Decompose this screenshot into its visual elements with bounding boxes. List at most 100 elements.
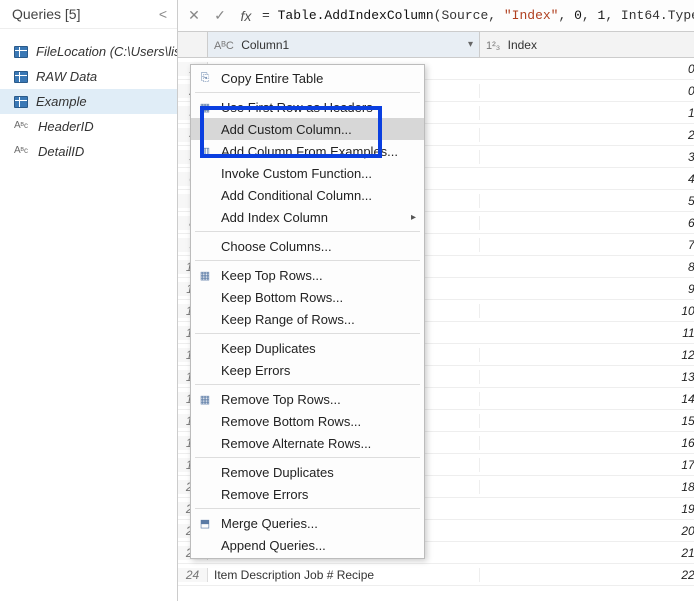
query-item-label: RAW Data xyxy=(36,69,97,84)
query-item-3[interactable]: HeaderID xyxy=(0,114,177,139)
cell-index[interactable]: 11 xyxy=(480,326,694,340)
menu-item-label: Choose Columns... xyxy=(221,239,332,254)
query-item-1[interactable]: RAW Data xyxy=(0,64,177,89)
menu-item-merge-queries[interactable]: ⬒Merge Queries... xyxy=(191,512,424,534)
query-item-label: FileLocation (C:\Users\lisde... xyxy=(36,44,177,59)
column1-filter-icon[interactable]: ▾ xyxy=(468,39,473,50)
table-row[interactable]: 24Item Description Job # Recipe22 xyxy=(178,564,694,586)
cell-index[interactable]: 5 xyxy=(480,194,694,208)
menu-item-label: Invoke Custom Function... xyxy=(221,166,372,181)
menu-item-remove-top-rows[interactable]: ▦Remove Top Rows... xyxy=(191,388,424,410)
query-item-0[interactable]: FileLocation (C:\Users\lisde... xyxy=(0,39,177,64)
cell-index[interactable]: 14 xyxy=(480,392,694,406)
cell-index[interactable]: 15 xyxy=(480,414,694,428)
menu-item-remove-duplicates[interactable]: Remove Duplicates xyxy=(191,461,424,483)
abc-icon xyxy=(14,120,30,134)
menu-item-keep-errors[interactable]: Keep Errors xyxy=(191,359,424,381)
index-type-icon: 1²₃ xyxy=(486,40,500,52)
menu-item-label: Append Queries... xyxy=(221,538,326,553)
queries-title: Queries [5] xyxy=(12,6,80,22)
cell-index[interactable]: 0 xyxy=(480,84,694,98)
add-column-from-examples-icon: ▥ xyxy=(197,143,213,159)
menu-separator xyxy=(195,384,420,385)
cell-index[interactable]: 9 xyxy=(480,282,694,296)
cell-index[interactable]: 19 xyxy=(480,502,694,516)
menu-item-label: Remove Alternate Rows... xyxy=(221,436,371,451)
copy-entire-table-icon: ⎘ xyxy=(197,70,213,86)
cell-index[interactable]: 2 xyxy=(480,128,694,142)
menu-item-keep-range-rows[interactable]: Keep Range of Rows... xyxy=(191,308,424,330)
cell-index[interactable]: 13 xyxy=(480,370,694,384)
column-header-column1[interactable]: AᴮC Column1 ▾ xyxy=(208,32,480,57)
cell-index[interactable]: 20 xyxy=(480,524,694,538)
menu-item-keep-top-rows[interactable]: ▦Keep Top Rows... xyxy=(191,264,424,286)
column-headers: AᴮC Column1 ▾ 1²₃ Index ▾ xyxy=(178,32,694,58)
cell-index[interactable]: 16 xyxy=(480,436,694,450)
abc-icon xyxy=(14,145,30,159)
fx-icon[interactable]: fx xyxy=(236,8,256,24)
cell-index[interactable]: 8 xyxy=(480,260,694,274)
collapse-panel-icon[interactable]: < xyxy=(159,6,167,22)
menu-item-label: Keep Bottom Rows... xyxy=(221,290,343,305)
menu-item-add-index-column[interactable]: Add Index Column ▸ xyxy=(191,206,424,228)
cell-index[interactable]: 18 xyxy=(480,480,694,494)
formula-input[interactable]: = Table.AddIndexColumn(Source, "Index", … xyxy=(262,8,694,23)
column1-type-icon: AᴮC xyxy=(214,40,234,52)
menu-item-keep-duplicates[interactable]: Keep Duplicates xyxy=(191,337,424,359)
query-item-label: Example xyxy=(36,94,87,109)
row-number: 24 xyxy=(178,568,208,582)
cell-index[interactable]: 6 xyxy=(480,216,694,230)
menu-item-remove-bottom-rows[interactable]: Remove Bottom Rows... xyxy=(191,410,424,432)
cell-index[interactable]: 1 xyxy=(480,106,694,120)
cell-column1[interactable]: Item Description Job # Recipe xyxy=(208,568,480,582)
use-first-row-headers-icon: ▦ xyxy=(197,99,213,115)
cell-index[interactable]: 12 xyxy=(480,348,694,362)
column1-name: Column1 xyxy=(241,38,289,52)
context-menu: ⎘Copy Entire Table ▦ Use First Row as Head… xyxy=(190,64,425,559)
submenu-arrow-icon: ▸ xyxy=(411,212,416,223)
menu-item-choose-columns[interactable]: Choose Columns... xyxy=(191,235,424,257)
formula-bar: ✕ ✓ fx = Table.AddIndexColumn(Source, "I… xyxy=(178,0,694,32)
menu-item-append-queries[interactable]: Append Queries... xyxy=(191,534,424,556)
cell-index[interactable]: 10 xyxy=(480,304,694,318)
cell-index[interactable]: 21 xyxy=(480,546,694,560)
cell-index[interactable]: 22 xyxy=(480,568,694,582)
menu-item-label: Keep Top Rows... xyxy=(221,268,323,283)
menu-item-use-first-row-headers[interactable]: ▦ Use First Row as Headers xyxy=(191,96,424,118)
menu-item-invoke-custom-function[interactable]: Invoke Custom Function... xyxy=(191,162,424,184)
cell-index[interactable]: 3 xyxy=(480,150,694,164)
menu-item-add-custom-column[interactable]: Add Custom Column... xyxy=(191,118,424,140)
cell-index[interactable]: 4 xyxy=(480,172,694,186)
menu-item-label: Remove Bottom Rows... xyxy=(221,414,361,429)
query-item-4[interactable]: DetailID xyxy=(0,139,177,164)
menu-item-label: Keep Duplicates xyxy=(221,341,316,356)
menu-item-label: Use First Row as Headers xyxy=(221,100,373,115)
menu-item-label: Add Index Column xyxy=(221,210,328,225)
menu-item-add-conditional-column[interactable]: Add Conditional Column... xyxy=(191,184,424,206)
menu-separator xyxy=(195,508,420,509)
menu-item-label: Merge Queries... xyxy=(221,516,318,531)
menu-item-remove-errors[interactable]: Remove Errors xyxy=(191,483,424,505)
menu-item-label: Add Custom Column... xyxy=(221,122,352,137)
queries-list: FileLocation (C:\Users\lisde... RAW Data E… xyxy=(0,29,177,164)
menu-item-keep-bottom-rows[interactable]: Keep Bottom Rows... xyxy=(191,286,424,308)
cell-index[interactable]: 17 xyxy=(480,458,694,472)
menu-separator xyxy=(195,231,420,232)
queries-panel: Queries [5] < FileLocation (C:\Users\lis… xyxy=(0,0,178,601)
menu-item-copy-entire-table[interactable]: ⎘Copy Entire Table xyxy=(191,67,424,89)
menu-item-add-column-from-examples[interactable]: ▥Add Column From Examples... xyxy=(191,140,424,162)
query-item-2[interactable]: Example xyxy=(0,89,177,114)
column-header-index[interactable]: 1²₃ Index ▾ xyxy=(480,32,694,57)
formula-confirm-button[interactable]: ✓ xyxy=(210,7,230,24)
table-icon xyxy=(14,46,28,58)
row-number-header[interactable] xyxy=(178,32,208,57)
formula-cancel-button[interactable]: ✕ xyxy=(184,7,204,24)
menu-item-label: Remove Duplicates xyxy=(221,465,334,480)
table-icon xyxy=(14,96,28,108)
cell-index[interactable]: 7 xyxy=(480,238,694,252)
menu-item-label: Keep Errors xyxy=(221,363,290,378)
menu-separator xyxy=(195,260,420,261)
menu-item-label: Remove Errors xyxy=(221,487,308,502)
menu-item-remove-alternate-rows[interactable]: Remove Alternate Rows... xyxy=(191,432,424,454)
cell-index[interactable]: 0 xyxy=(480,62,694,76)
